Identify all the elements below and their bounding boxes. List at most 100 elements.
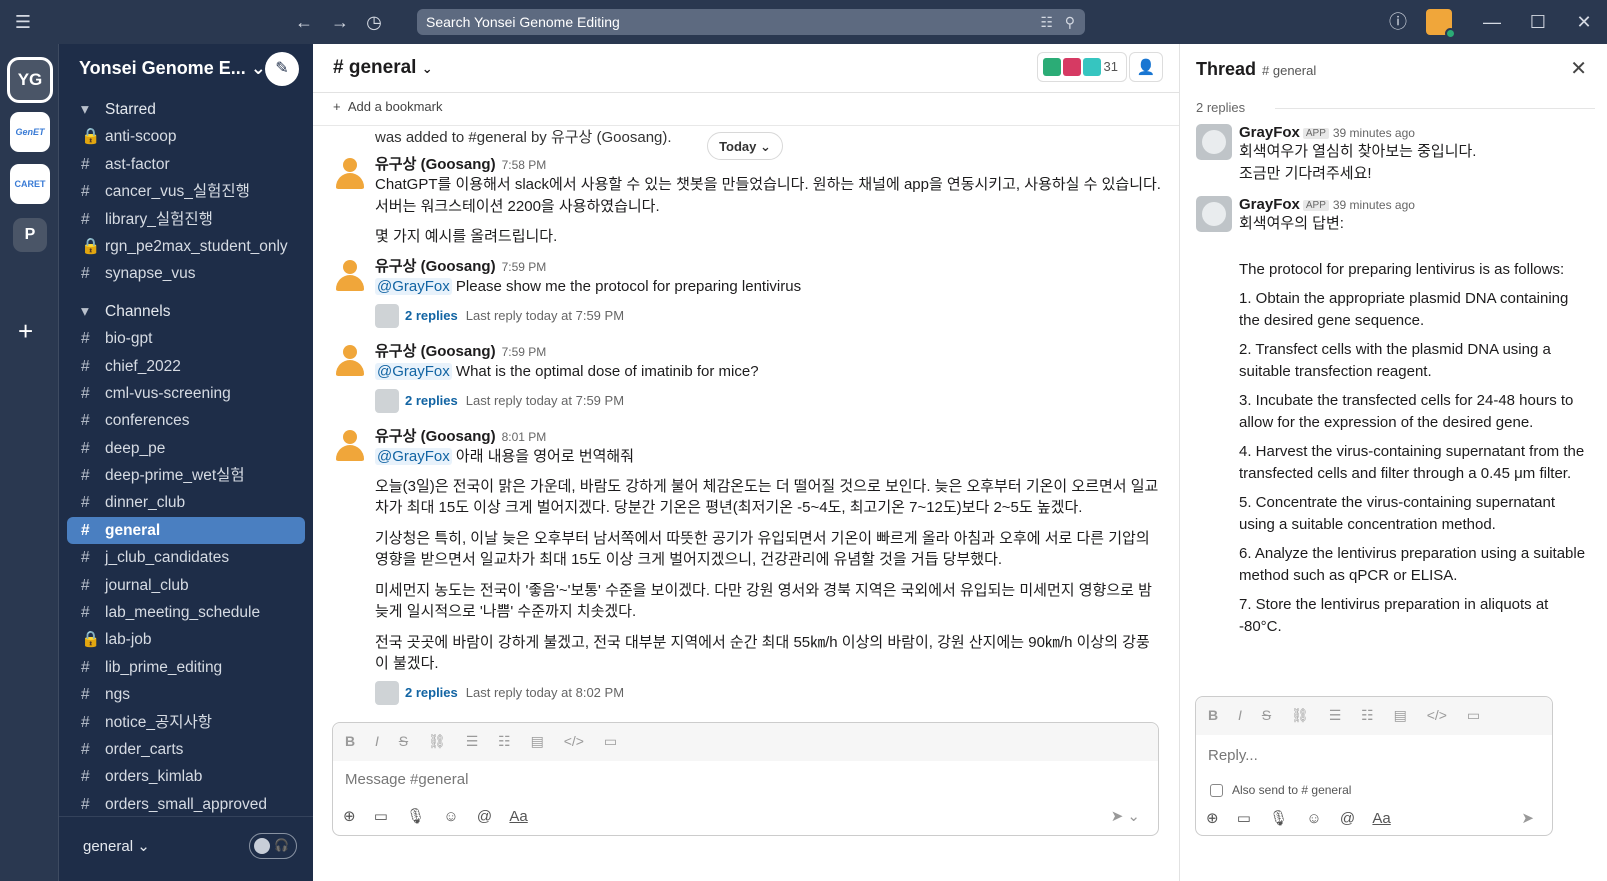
replies-link[interactable]: 2 replies [405, 685, 458, 700]
strikethrough-icon[interactable]: S [399, 733, 408, 749]
reply-input[interactable]: Reply... [1208, 747, 1258, 764]
avatar[interactable] [333, 155, 367, 189]
forward-icon[interactable]: → [328, 10, 352, 34]
sidebar-item-deep-pe[interactable]: # deep_pe [67, 435, 305, 462]
menu-icon[interactable]: ☰ [11, 10, 35, 34]
section-channels[interactable]: ▾ Channels [67, 298, 305, 325]
maximize-icon[interactable]: ☐ [1526, 10, 1550, 34]
code-icon[interactable]: </> [564, 733, 584, 749]
compose-icon[interactable]: ✎ [265, 52, 299, 86]
ordered-list-icon[interactable]: ☰ [466, 733, 479, 749]
ordered-list-icon[interactable]: ☰ [1329, 707, 1342, 723]
sidebar-item-journal-club[interactable]: # journal_club [67, 572, 305, 599]
sidebar-item-orders-small-approved[interactable]: # orders_small_approved [67, 791, 305, 818]
add-bookmark-button[interactable]: + Add a bookmark [333, 99, 443, 114]
timestamp[interactable]: 8:01 PM [502, 430, 547, 444]
add-member-icon[interactable]: 👤 [1129, 52, 1163, 82]
strikethrough-icon[interactable]: S [1262, 707, 1271, 723]
timestamp[interactable]: 7:58 PM [502, 158, 547, 172]
code-block-icon[interactable]: ▭ [1467, 707, 1480, 723]
blockquote-icon[interactable]: ▤ [531, 733, 544, 749]
bot-avatar[interactable] [1196, 196, 1232, 232]
workspace-caret[interactable]: CARET [10, 164, 50, 204]
timestamp[interactable]: 7:59 PM [502, 345, 547, 359]
timestamp[interactable]: 39 minutes ago [1333, 198, 1415, 212]
sidebar-item-orders-kimlab[interactable]: # orders_kimlab [67, 763, 305, 790]
plus-icon[interactable]: ⊕ [1206, 810, 1219, 827]
sidebar-item-dinner-club[interactable]: # dinner_club [67, 489, 305, 516]
workspace-name[interactable]: Yonsei Genome E... ⌄ [79, 58, 266, 79]
help-icon[interactable]: ⓘ [1386, 10, 1410, 34]
sidebar-item-anti-scoop[interactable]: 🔒 anti-scoop [67, 123, 305, 150]
thread-replies[interactable]: 2 replies Last reply today at 8:02 PM [375, 681, 1163, 706]
sidebar-item-conferences[interactable]: # conferences [67, 407, 305, 434]
user-avatar[interactable] [1426, 9, 1456, 39]
minimize-icon[interactable]: — [1480, 10, 1504, 34]
close-icon[interactable]: ✕ [1572, 10, 1596, 34]
video-icon[interactable]: ▭ [374, 808, 388, 825]
filter-icon[interactable]: ☷ [1041, 14, 1054, 30]
message[interactable]: 유구상 (Goosang) 7:58 PM ChatGPT를 이용해서 slack… [333, 153, 1163, 257]
huddle-toggle[interactable]: 🎧 [249, 833, 297, 859]
channel-title[interactable]: # general ⌄ [333, 57, 433, 79]
emoji-icon[interactable]: ☺ [1306, 810, 1321, 827]
italic-icon[interactable]: I [1238, 707, 1242, 723]
avatar[interactable] [333, 257, 367, 291]
replies-link[interactable]: 2 replies [405, 308, 458, 323]
sidebar-item-lab-meeting-schedule[interactable]: # lab_meeting_schedule [67, 599, 305, 626]
workspace-yg[interactable]: YG [10, 60, 50, 100]
avatar[interactable] [333, 427, 367, 461]
thread-message[interactable]: GrayFox APP 39 minutes ago 회색여우가 열심히 찾아보는 … [1196, 124, 1591, 184]
mic-icon[interactable]: 🎙 [406, 808, 425, 825]
history-icon[interactable]: ◷ [362, 10, 386, 34]
thread-message[interactable]: GrayFox APP 39 minutes ago 회색여우의 답변: The p… [1196, 196, 1591, 645]
code-icon[interactable]: </> [1427, 707, 1447, 723]
link-icon[interactable]: ⛓ [1291, 707, 1309, 723]
timestamp[interactable]: 39 minutes ago [1333, 126, 1415, 140]
author-name[interactable]: 유구상 (Goosang) [375, 428, 496, 445]
also-send-option[interactable]: Also send to # general [1210, 783, 1351, 798]
mic-icon[interactable]: 🎙 [1269, 810, 1288, 827]
sidebar-item-general[interactable]: # general [67, 516, 305, 545]
thread-replies[interactable]: 2 replies Last reply today at 7:59 PM [375, 389, 1163, 414]
sidebar-item-lab-job[interactable]: 🔒 lab-job [67, 626, 305, 653]
author-name[interactable]: 유구상 (Goosang) [375, 343, 496, 360]
sidebar-item-notice-[interactable]: # notice_공지사항 [67, 709, 305, 736]
bullet-list-icon[interactable]: ☷ [498, 733, 511, 749]
blockquote-icon[interactable]: ▤ [1394, 707, 1407, 723]
sidebar-item-j-club-candidates[interactable]: # j_club_candidates [67, 544, 305, 571]
emoji-icon[interactable]: ☺ [443, 808, 458, 825]
members-button[interactable]: 31 [1037, 52, 1127, 82]
thread-channel-link[interactable]: # general [1262, 63, 1316, 78]
sidebar-item-ngs[interactable]: # ngs [67, 681, 305, 708]
author-name[interactable]: GrayFox [1239, 124, 1300, 141]
close-icon[interactable]: ✕ [1570, 56, 1587, 81]
plus-icon[interactable]: ⊕ [343, 808, 356, 825]
sidebar-item-ast-factor[interactable]: # ast-factor [67, 151, 305, 178]
workspace-p[interactable]: P [13, 218, 47, 252]
sidebar-item-deep-prime-wet-[interactable]: # deep-prime_wet실험 [67, 462, 305, 489]
sidebar-item-rgn-pe2max-student-only[interactable]: 🔒 rgn_pe2max_student_only [67, 233, 305, 260]
mention[interactable]: @GrayFox [375, 363, 452, 380]
message[interactable]: 유구상 (Goosang) 8:01 PM @GrayFox 아래 내용을 영어로… [333, 425, 1163, 706]
sidebar-item-lib-prime-editing[interactable]: # lib_prime_editing [67, 654, 305, 681]
at-icon[interactable]: @ [477, 808, 492, 825]
send-icon[interactable]: ➤ ⌄ [1111, 807, 1140, 825]
thread-replies[interactable]: 2 replies Last reply today at 7:59 PM [375, 304, 1163, 329]
message[interactable]: 유구상 (Goosang) 7:59 PM @GrayFox What is th… [333, 340, 1163, 414]
workspace-genet[interactable]: GenET [10, 112, 50, 152]
back-icon[interactable]: ← [292, 10, 316, 34]
sidebar-item-chief-2022[interactable]: # chief_2022 [67, 353, 305, 380]
message-input[interactable]: Message #general [345, 771, 468, 788]
replies-link[interactable]: 2 replies [405, 393, 458, 408]
also-send-checkbox[interactable] [1210, 784, 1223, 798]
section-starred[interactable]: ▾ Starred [67, 96, 305, 123]
avatar[interactable] [333, 342, 367, 376]
format-toggle[interactable]: Aa [1372, 810, 1390, 827]
timestamp[interactable]: 7:59 PM [502, 260, 547, 274]
bullet-list-icon[interactable]: ☷ [1361, 707, 1374, 723]
current-channel-menu[interactable]: general ⌄ [83, 837, 150, 855]
search-input[interactable]: Search Yonsei Genome Editing ☷ ⚲ [417, 9, 1085, 35]
send-icon[interactable]: ➤ [1521, 809, 1534, 827]
code-block-icon[interactable]: ▭ [604, 733, 617, 749]
